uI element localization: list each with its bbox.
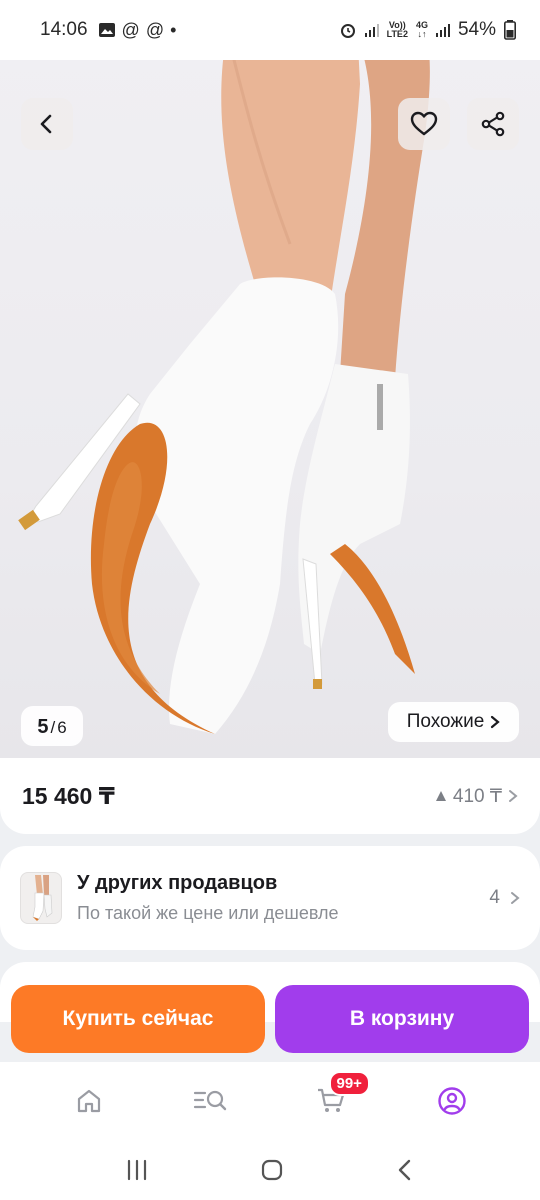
product-gallery[interactable]: 5 / 6 Похожие [0,44,540,764]
share-button[interactable] [467,98,519,150]
heart-icon [410,111,438,136]
price-up-icon [435,791,446,801]
product-price: 15 460 ₸ [22,782,115,809]
nav-cart[interactable]: 99+ [299,1071,370,1129]
bottom-navigation: 99+ [0,1062,540,1140]
recent-apps-icon[interactable] [125,1159,149,1181]
other-sellers-card[interactable]: У других продавцов По такой же цене или … [0,846,540,950]
chevron-right-icon [509,790,518,802]
status-bar: 14:06 @ @ • Vo)) LTE2 4G ↓↑ 54% [0,0,540,60]
signal-icon [364,24,379,37]
chevron-left-icon [40,114,52,134]
home-icon [77,1089,100,1113]
current-image: 5 [37,716,49,738]
buy-now-button[interactable]: Купить сейчас [11,985,265,1053]
product-photo [18,44,430,734]
other-sellers-subtitle: По такой же цене или дешевле [77,903,339,923]
share-icon [481,111,505,137]
price-history-link[interactable]: 410 ₸ [435,785,518,808]
similar-label: Похожие [406,711,485,732]
price-change: 410 ₸ [452,785,502,807]
signal-icon-2 [435,24,450,37]
at-notification-icon: @ [121,20,140,40]
chevron-right-icon [491,715,500,729]
battery-icon [504,20,516,40]
catalog-search-icon [193,1090,226,1111]
image-notification-icon [98,23,115,37]
network-type: 4G ↓↑ [415,20,428,39]
image-counter: 5 / 6 [21,706,83,746]
home-button-icon[interactable] [260,1158,284,1182]
battery-percent: 54% [457,19,496,40]
chevron-right-icon [511,892,520,904]
profile-icon [437,1087,466,1115]
boot-thumbnail-icon [32,875,53,921]
buy-now-label: Купить сейчас [62,1007,214,1030]
add-to-cart-button[interactable]: В корзину [275,985,529,1053]
price-card: 15 460 ₸ 410 ₸ [0,758,540,834]
system-navigation-bar [0,1140,540,1200]
nav-home[interactable] [57,1073,121,1129]
status-time: 14:06 [40,19,88,40]
add-to-cart-label: В корзину [349,1007,455,1030]
favorite-button[interactable] [398,98,450,150]
back-nav-icon[interactable] [395,1158,415,1182]
back-button[interactable] [21,98,73,150]
nav-profile[interactable] [420,1073,484,1129]
at-notification-icon-2: @ [145,20,165,40]
total-images: 6 [57,718,67,737]
volte-indicator: Vo)) LTE2 [386,20,408,39]
counter-separator: / [50,718,56,737]
seller-product-thumbnail [20,872,62,924]
other-sellers-title: У других продавцов [77,872,278,894]
more-notifications-dot-icon: • [170,20,177,40]
alarm-icon [340,24,355,38]
purchase-actions: Купить сейчас В корзину [0,975,540,1067]
similar-button[interactable]: Похожие [388,702,519,742]
cart-badge: 99+ [328,1071,370,1096]
other-sellers-count: 4 [489,887,500,908]
nav-catalog[interactable] [178,1073,242,1129]
